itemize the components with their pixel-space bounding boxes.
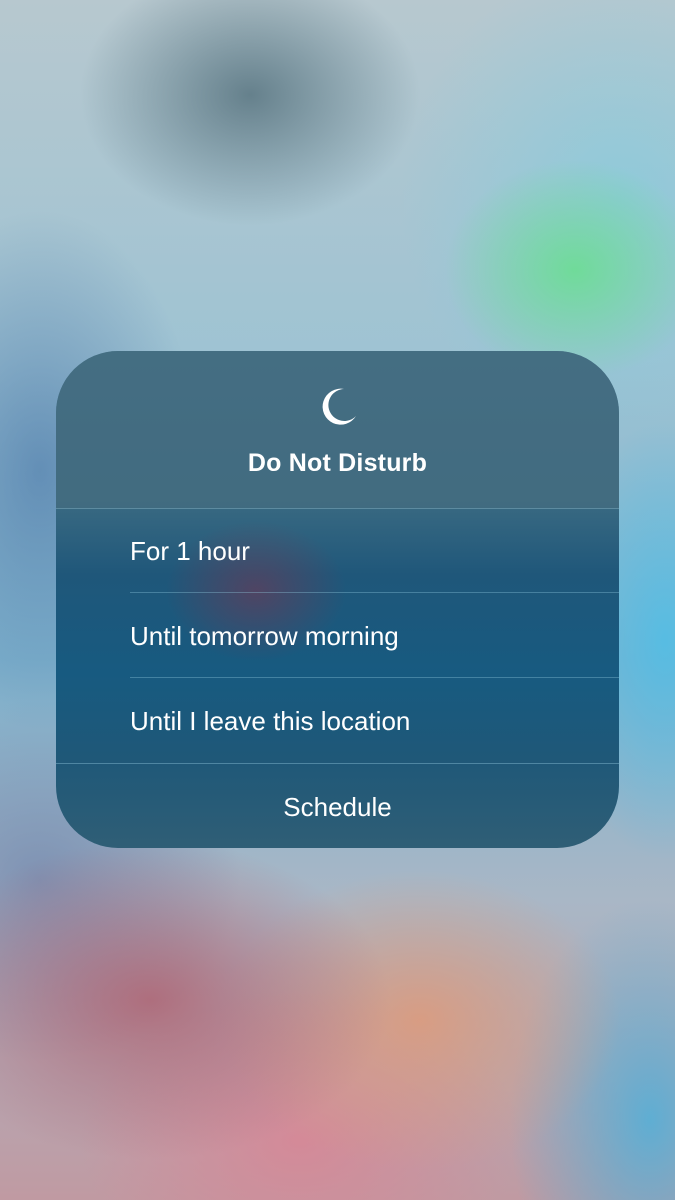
menu-title: Do Not Disturb — [247, 449, 428, 477]
option-label: For 1 hour — [130, 536, 250, 566]
moon-icon — [322, 388, 356, 425]
option-until-tomorrow-morning[interactable]: Until tomorrow morning — [56, 593, 619, 678]
schedule-button[interactable]: Schedule — [56, 763, 619, 848]
option-for-1-hour[interactable]: For 1 hour — [56, 508, 619, 593]
option-until-leave-location[interactable]: Until I leave this location — [56, 678, 619, 763]
do-not-disturb-menu: Do Not Disturb For 1 hour Until tomorrow… — [56, 351, 619, 848]
option-label: Until tomorrow morning — [130, 621, 399, 651]
schedule-label: Schedule — [283, 792, 392, 822]
option-label: Until I leave this location — [130, 706, 411, 736]
menu-header: Do Not Disturb — [56, 351, 619, 509]
